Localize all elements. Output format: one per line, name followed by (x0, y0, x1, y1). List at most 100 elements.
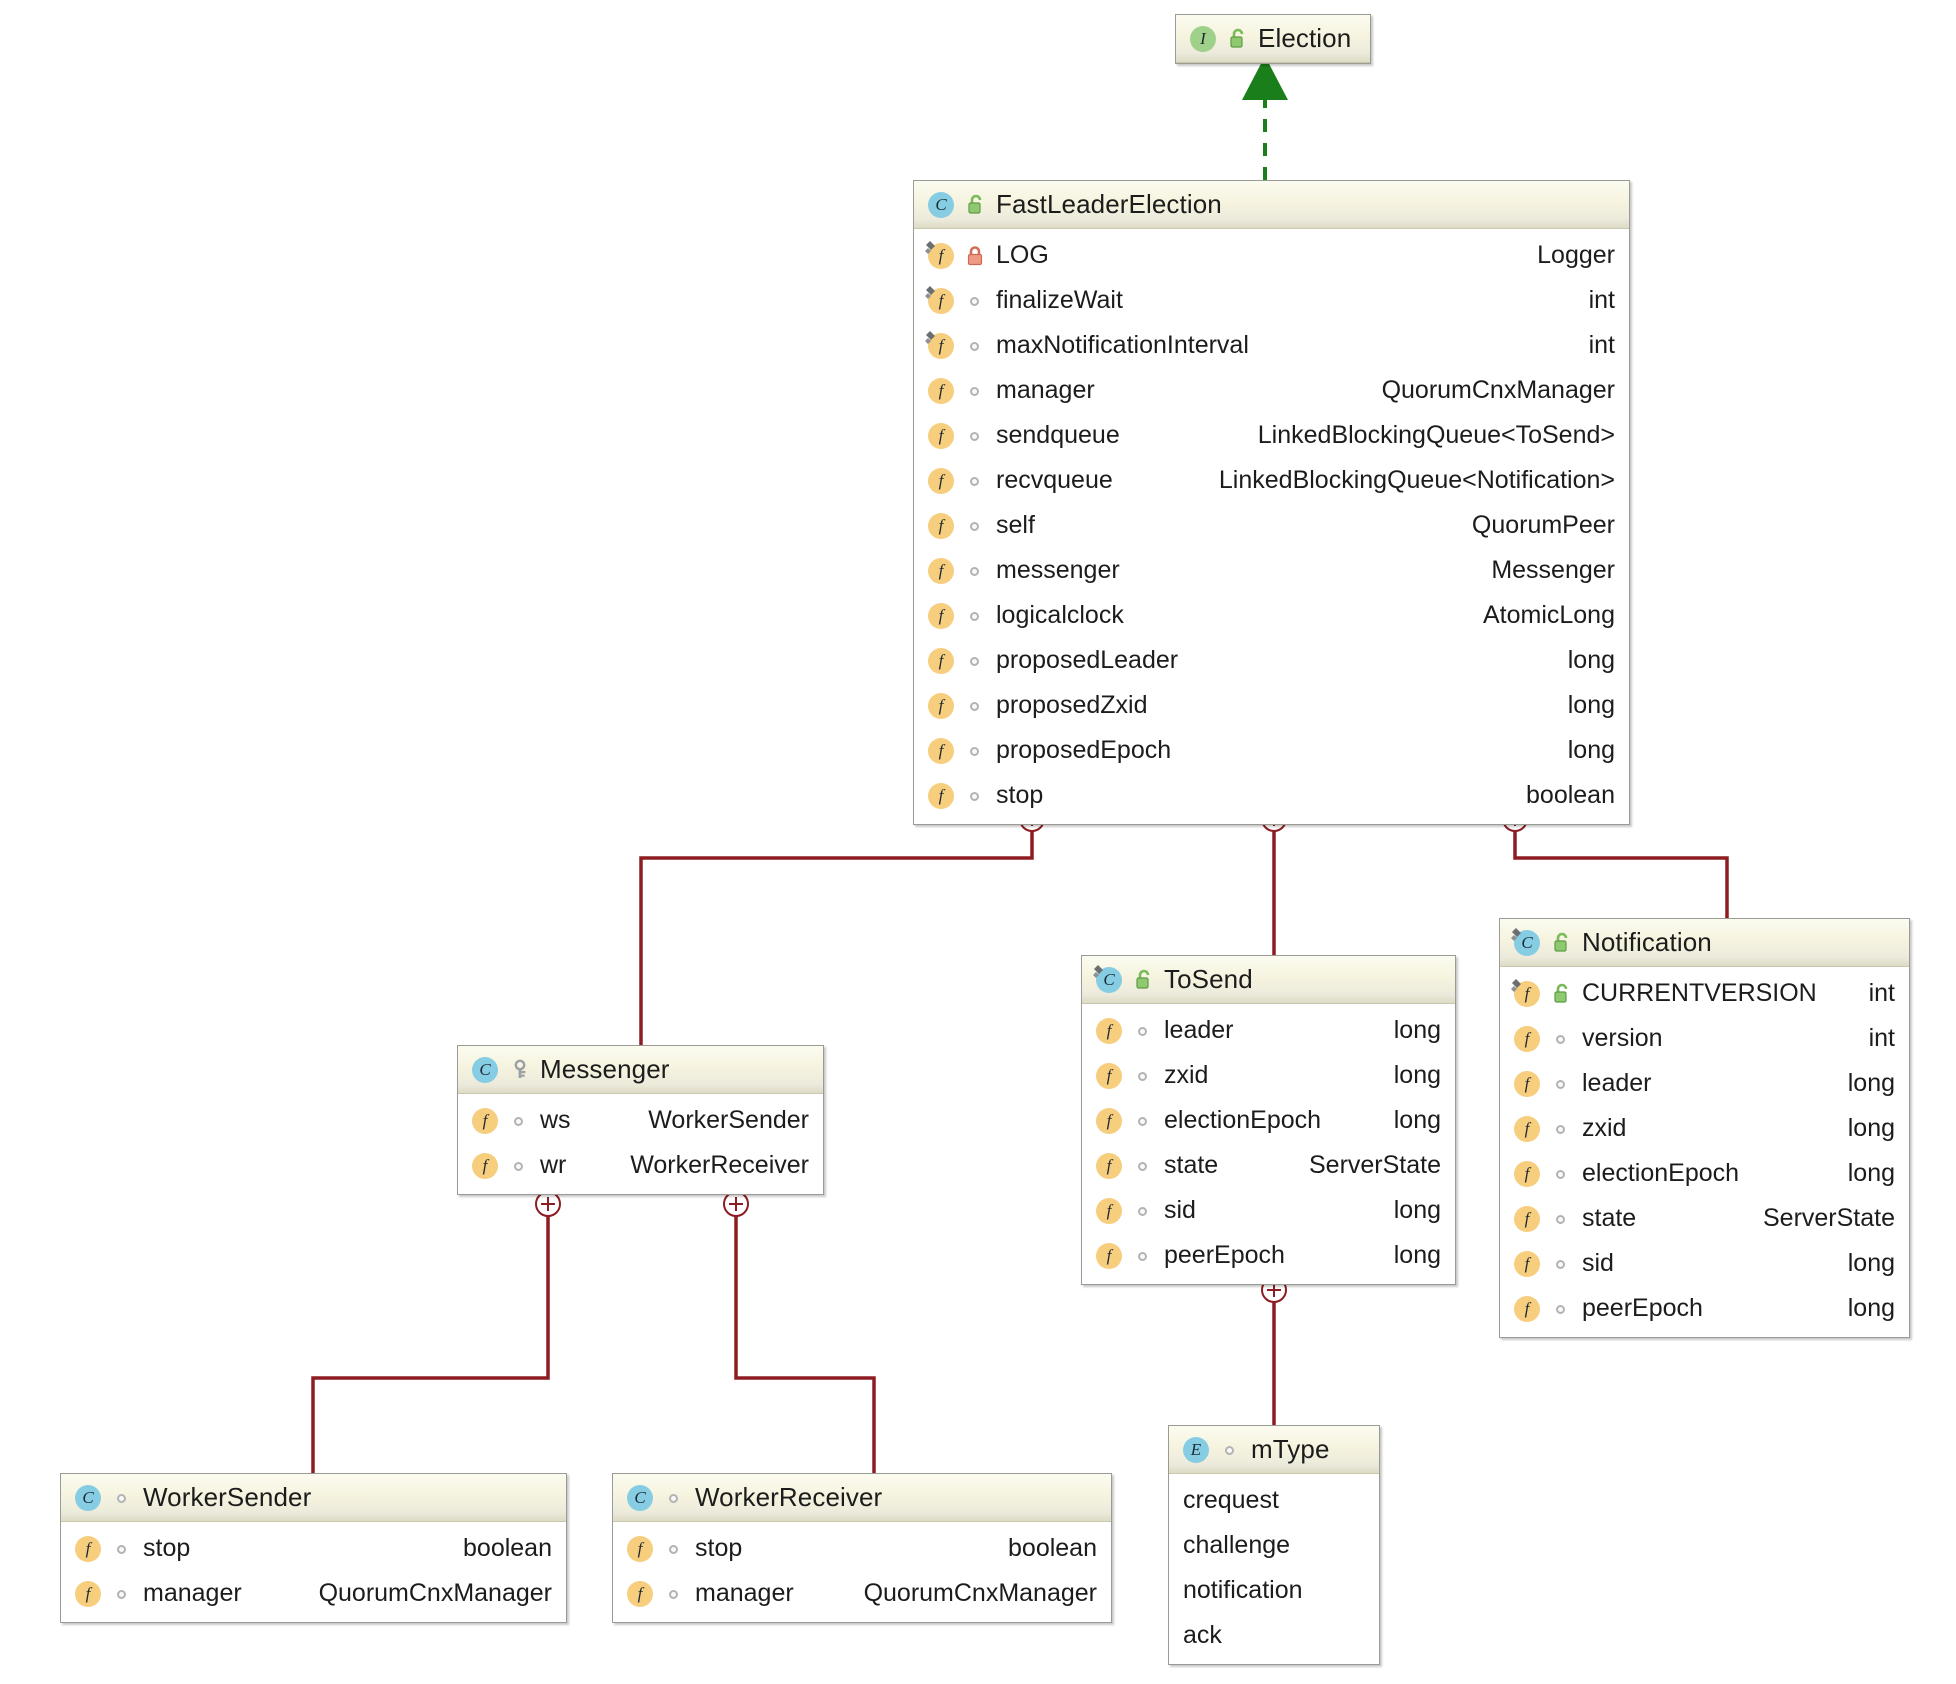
member-row[interactable]: f manager QuorumCnxManager (61, 1571, 566, 1616)
member-list: f stop boolean f manager QuorumCnxManage… (613, 1522, 1111, 1622)
package-circle-icon (1551, 1252, 1573, 1276)
member-row[interactable]: f zxid long (1082, 1053, 1455, 1098)
field-icon: f (926, 601, 956, 631)
class-node-workerreceiver[interactable]: C WorkerReceiver f stop boolean f manage… (612, 1473, 1112, 1623)
field-icon: f (926, 421, 956, 451)
member-type: boolean (1008, 1534, 1097, 1562)
package-circle-icon (1133, 1064, 1155, 1088)
enum-literal-row[interactable]: ack (1169, 1613, 1379, 1658)
class-node-messenger[interactable]: C Messenger f ws WorkerSender f wr Worke… (457, 1045, 824, 1195)
enum-literal-label: crequest (1183, 1486, 1279, 1514)
member-row[interactable]: f leader long (1500, 1061, 1909, 1106)
member-row[interactable]: f proposedZxid long (914, 683, 1629, 728)
member-type: long (1393, 1196, 1441, 1224)
enum-literal-row[interactable]: crequest (1169, 1478, 1379, 1523)
unlock-green-icon (1227, 27, 1249, 51)
member-row[interactable]: f wr WorkerReceiver (458, 1143, 823, 1188)
member-type: Logger (1537, 241, 1615, 269)
member-row[interactable]: f sid long (1500, 1241, 1909, 1286)
member-row[interactable]: f version int (1500, 1016, 1909, 1061)
member-list: f ws WorkerSender f wr WorkerReceiver (458, 1094, 823, 1194)
member-name: manager (996, 376, 1095, 404)
enum-literal-list: crequest challenge notification ack (1169, 1474, 1379, 1664)
member-row[interactable]: f self QuorumPeer (914, 503, 1629, 548)
member-row[interactable]: f electionEpoch long (1500, 1151, 1909, 1196)
class-name-label: Election (1258, 23, 1352, 53)
enum-literal-row[interactable]: notification (1169, 1568, 1379, 1613)
field-icon: f (1094, 1196, 1124, 1226)
member-row[interactable]: f manager QuorumCnxManager (613, 1571, 1111, 1616)
member-row[interactable]: f sendqueue LinkedBlockingQueue<ToSend> (914, 413, 1629, 458)
member-row[interactable]: f proposedLeader long (914, 638, 1629, 683)
member-row[interactable]: f stop boolean (914, 773, 1629, 818)
class-icon: C (73, 1483, 103, 1513)
enum-node-mtype[interactable]: E mType crequest challenge notification … (1168, 1425, 1380, 1665)
member-row[interactable]: f state ServerState (1500, 1196, 1909, 1241)
class-name-label: WorkerReceiver (695, 1482, 883, 1512)
member-type: LinkedBlockingQueue<Notification> (1218, 466, 1615, 494)
enum-literal-row[interactable]: challenge (1169, 1523, 1379, 1568)
member-type: int (1588, 331, 1615, 359)
member-row[interactable]: f state ServerState (1082, 1143, 1455, 1188)
member-row[interactable]: f sid long (1082, 1188, 1455, 1233)
class-node-tosend[interactable]: C ToSend f leader long f zxid long f ele… (1081, 955, 1456, 1285)
static-field-icon: f (1511, 978, 1542, 1009)
package-circle-icon (965, 514, 987, 538)
member-row[interactable]: f messenger Messenger (914, 548, 1629, 593)
field-icon: f (1512, 1159, 1542, 1189)
enum-literal-label: challenge (1183, 1531, 1291, 1559)
member-name: logicalclock (996, 601, 1124, 629)
package-circle-icon (1551, 1027, 1573, 1051)
member-type: Messenger (1491, 556, 1615, 584)
member-name: ws (540, 1106, 571, 1134)
field-icon: f (1094, 1241, 1124, 1271)
member-row[interactable]: f stop boolean (613, 1526, 1111, 1571)
member-row[interactable]: f recvqueue LinkedBlockingQueue<Notifica… (914, 458, 1629, 503)
member-type: boolean (463, 1534, 552, 1562)
package-circle-icon (1133, 1154, 1155, 1178)
member-row[interactable]: f logicalclock AtomicLong (914, 593, 1629, 638)
class-node-header: C FastLeaderElection (914, 181, 1629, 229)
field-icon: f (926, 466, 956, 496)
member-row[interactable]: f peerEpoch long (1500, 1286, 1909, 1331)
class-node-election[interactable]: I Election (1175, 14, 1371, 64)
member-type: QuorumCnxManager (1381, 376, 1615, 404)
member-row[interactable]: f CURRENTVERSION int (1500, 971, 1909, 1016)
package-circle-icon (965, 784, 987, 808)
member-type: LinkedBlockingQueue<ToSend> (1257, 421, 1615, 449)
member-row[interactable]: f manager QuorumCnxManager (914, 368, 1629, 413)
member-row[interactable]: f maxNotificationInterval int (914, 323, 1629, 368)
static-field-icon: f (925, 285, 956, 316)
static-field-icon: f (925, 240, 956, 271)
package-circle-icon (664, 1537, 686, 1561)
enum-name-label: mType (1251, 1434, 1330, 1464)
class-icon: C (926, 190, 956, 220)
member-row[interactable]: f proposedEpoch long (914, 728, 1629, 773)
package-circle-icon (965, 649, 987, 673)
member-type: long (1847, 1159, 1895, 1187)
member-name: zxid (1164, 1061, 1209, 1089)
member-type: long (1393, 1061, 1441, 1089)
package-circle-icon (1551, 1207, 1573, 1231)
member-row[interactable]: f electionEpoch long (1082, 1098, 1455, 1143)
member-row[interactable]: f leader long (1082, 1008, 1455, 1053)
member-type: long (1393, 1016, 1441, 1044)
member-row[interactable]: f ws WorkerSender (458, 1098, 823, 1143)
member-row[interactable]: f zxid long (1500, 1106, 1909, 1151)
member-type: long (1567, 646, 1615, 674)
member-row[interactable]: f peerEpoch long (1082, 1233, 1455, 1278)
member-row[interactable]: f LOG Logger (914, 233, 1629, 278)
member-name: sendqueue (996, 421, 1120, 449)
enum-literal-label: notification (1183, 1576, 1303, 1604)
member-name: maxNotificationInterval (996, 331, 1249, 359)
member-type: QuorumPeer (1471, 511, 1615, 539)
field-icon: f (1512, 1249, 1542, 1279)
member-name: self (996, 511, 1035, 539)
class-node-workersender[interactable]: C WorkerSender f stop boolean f manager … (60, 1473, 567, 1623)
member-row[interactable]: f stop boolean (61, 1526, 566, 1571)
member-row[interactable]: f finalizeWait int (914, 278, 1629, 323)
package-circle-icon (112, 1486, 134, 1510)
member-type: WorkerReceiver (630, 1151, 809, 1179)
class-node-fastleaderelection[interactable]: C FastLeaderElection f LOG Logger f fina… (913, 180, 1630, 825)
class-node-notification[interactable]: C Notification f CURRENTVERSION int f ve… (1499, 918, 1910, 1338)
